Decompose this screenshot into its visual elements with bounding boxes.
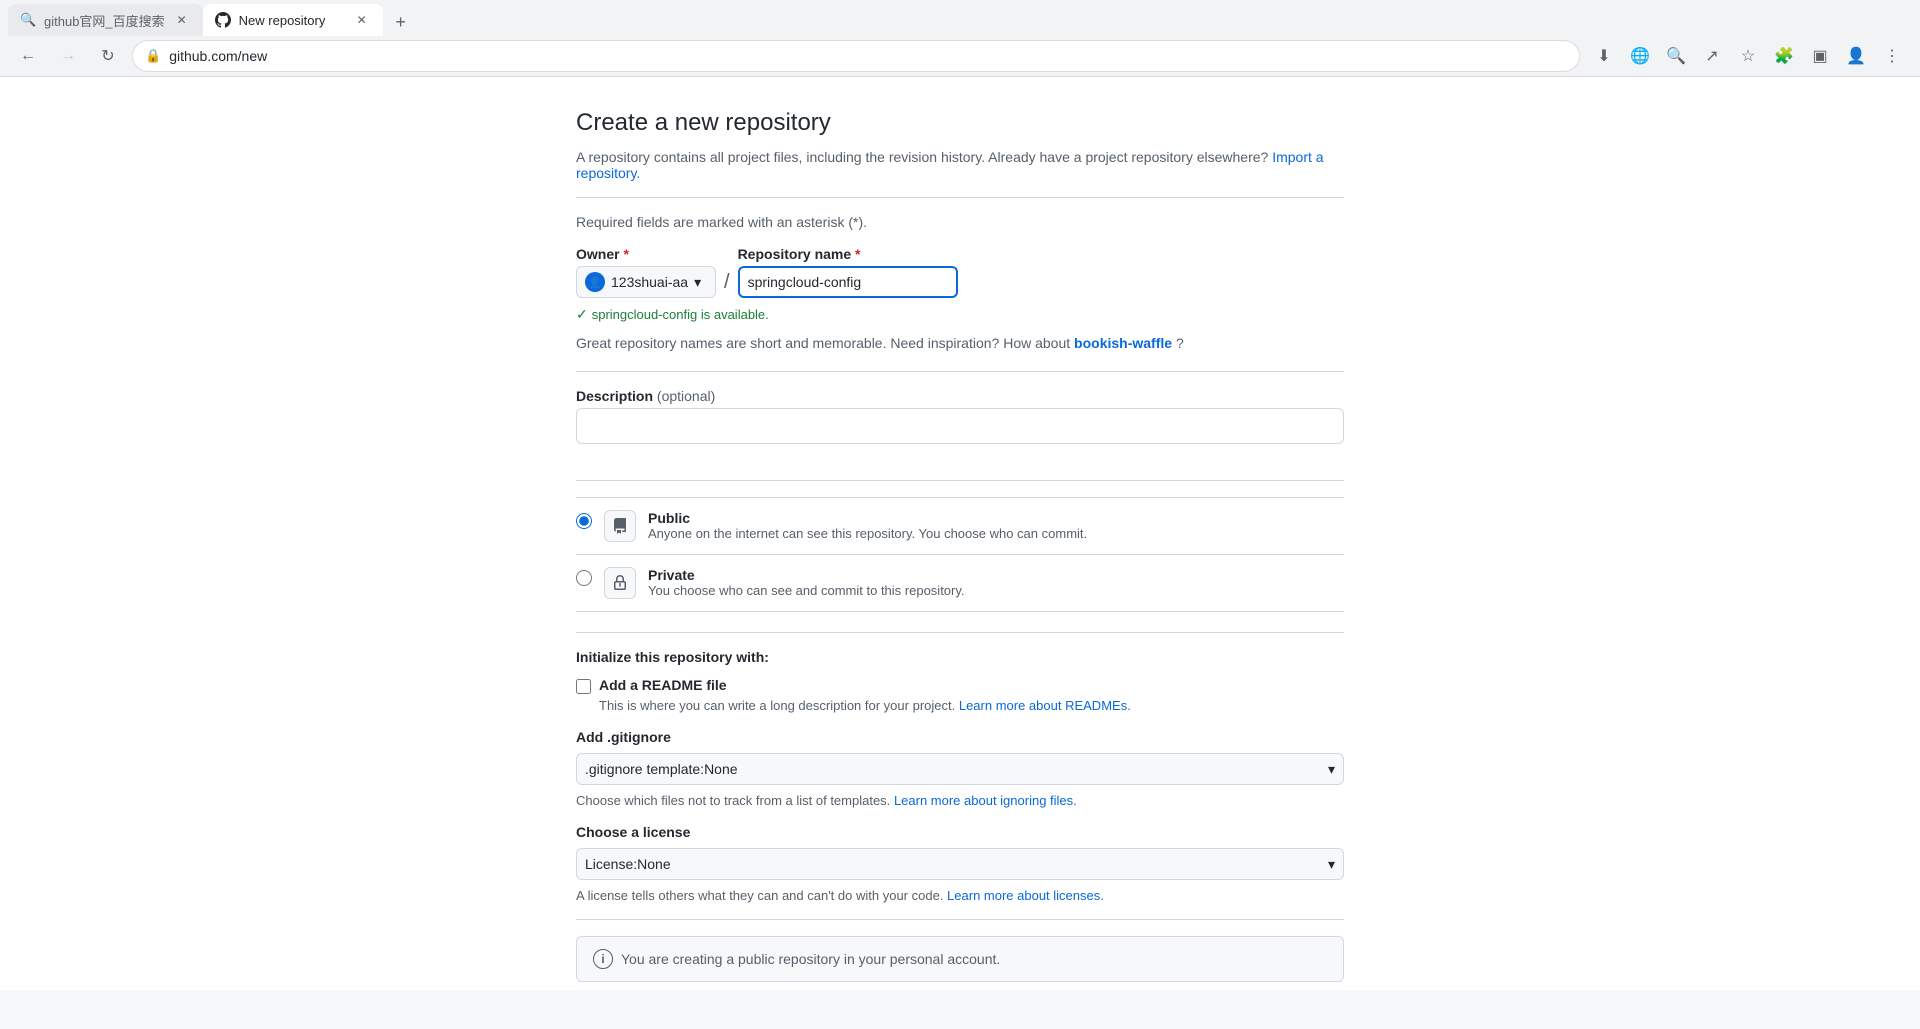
address-text: github.com/new — [169, 48, 267, 64]
main-container: Create a new repository A repository con… — [560, 77, 1360, 990]
divider-5 — [576, 919, 1344, 920]
subtitle-text: A repository contains all project files,… — [576, 149, 1268, 165]
lock-icon: 🔒 — [145, 48, 161, 64]
public-content: Public Anyone on the internet can see th… — [648, 510, 1344, 541]
readme-label[interactable]: Add a README file — [599, 677, 727, 693]
tab-close-search[interactable]: ✕ — [173, 11, 191, 29]
readme-row: Add a README file — [576, 677, 1344, 694]
availability-text: springcloud-config is available. — [592, 307, 769, 322]
gitignore-value: .gitignore template:None — [585, 761, 738, 777]
private-icon — [604, 567, 636, 599]
gitignore-section: Add .gitignore .gitignore template:None … — [576, 729, 1344, 808]
divider-1 — [576, 197, 1344, 198]
zoom-icon[interactable]: 🔍 — [1660, 40, 1692, 72]
public-desc: Anyone on the internet can see this repo… — [648, 526, 1344, 541]
new-tab-button[interactable]: + — [387, 8, 415, 36]
license-section: Choose a license License:None ▾ A licens… — [576, 824, 1344, 903]
availability-message: ✓ springcloud-config is available. — [576, 306, 1344, 323]
gitignore-title: Add .gitignore — [576, 729, 1344, 745]
gitignore-chevron: ▾ — [1328, 761, 1335, 778]
back-button[interactable]: ← — [12, 40, 44, 72]
readme-checkbox[interactable] — [576, 679, 591, 694]
repo-name-group: Repository name * — [738, 246, 958, 298]
sidebar-icon[interactable]: ▣ — [1804, 40, 1836, 72]
menu-icon[interactable]: ⋮ — [1876, 40, 1908, 72]
tab-close-new-repo[interactable]: ✕ — [353, 11, 371, 29]
owner-avatar: 👤 — [585, 272, 605, 292]
tab-new-repo[interactable]: New repository ✕ — [203, 4, 383, 36]
inspiration-text: Great repository names are short and mem… — [576, 335, 1344, 351]
init-section: Initialize this repository with: Add a R… — [576, 649, 1344, 713]
public-title: Public — [648, 510, 1344, 526]
private-content: Private You choose who can see and commi… — [648, 567, 1344, 598]
private-title: Private — [648, 567, 1344, 583]
inspiration-link[interactable]: bookish-waffle — [1074, 335, 1172, 351]
tab-favicon-search: 🔍 — [20, 12, 36, 28]
public-radio[interactable] — [576, 513, 592, 529]
readme-desc: This is where you can write a long descr… — [599, 698, 1344, 713]
check-icon: ✓ — [576, 306, 588, 323]
download-icon[interactable]: ⬇ — [1588, 40, 1620, 72]
public-option: Public Anyone on the internet can see th… — [576, 497, 1344, 555]
readme-link[interactable]: Learn more about READMEs. — [959, 698, 1131, 713]
private-desc: You choose who can see and commit to thi… — [648, 583, 1344, 598]
repo-name-input[interactable] — [738, 266, 958, 298]
repo-name-label: Repository name * — [738, 246, 958, 262]
address-bar-row: ← → ↻ 🔒 github.com/new ⬇ 🌐 🔍 ↗ ☆ 🧩 ▣ 👤 ⋮ — [0, 36, 1920, 76]
tabs-bar: 🔍 github官网_百度搜索 ✕ New repository ✕ + — [0, 0, 1920, 36]
license-title: Choose a license — [576, 824, 1344, 840]
tab-title-new-repo: New repository — [239, 13, 345, 28]
divider-2 — [576, 371, 1344, 372]
refresh-button[interactable]: ↻ — [92, 40, 124, 72]
tab-favicon-github — [215, 12, 231, 28]
tab-github-search[interactable]: 🔍 github官网_百度搜索 ✕ — [8, 4, 203, 36]
profile-icon[interactable]: 👤 — [1840, 40, 1872, 72]
required-note: Required fields are marked with an aster… — [576, 214, 1344, 230]
owner-value: 123shuai-aa — [611, 274, 688, 290]
translate-icon[interactable]: 🌐 — [1624, 40, 1656, 72]
license-value: License:None — [585, 856, 671, 872]
slash-separator: / — [724, 246, 730, 298]
page-title: Create a new repository — [576, 109, 1344, 137]
owner-group: Owner * 👤 123shuai-aa ▾ — [576, 246, 716, 298]
divider-3 — [576, 480, 1344, 481]
tab-title-search: github官网_百度搜索 — [44, 11, 165, 30]
license-note: A license tells others what they can and… — [576, 888, 1344, 903]
owner-select[interactable]: 👤 123shuai-aa ▾ — [576, 266, 716, 298]
private-radio[interactable] — [576, 570, 592, 586]
visibility-section: Public Anyone on the internet can see th… — [576, 497, 1344, 612]
browser-frame: 🔍 github官网_百度搜索 ✕ New repository ✕ + ← →… — [0, 0, 1920, 77]
description-label: Description (optional) — [576, 388, 1344, 404]
init-title: Initialize this repository with: — [576, 649, 1344, 665]
info-box: i You are creating a public repository i… — [576, 936, 1344, 982]
subtitle: A repository contains all project files,… — [576, 149, 1344, 181]
info-icon: i — [593, 949, 613, 969]
description-group: Description (optional) — [576, 388, 1344, 464]
license-chevron: ▾ — [1328, 856, 1335, 873]
gitignore-link[interactable]: Learn more about ignoring files. — [894, 793, 1077, 808]
private-option: Private You choose who can see and commi… — [576, 555, 1344, 612]
owner-repo-row: Owner * 👤 123shuai-aa ▾ / Repository nam… — [576, 246, 1344, 298]
gitignore-select[interactable]: .gitignore template:None ▾ — [576, 753, 1344, 785]
bookmark-icon[interactable]: ☆ — [1732, 40, 1764, 72]
owner-chevron: ▾ — [694, 274, 701, 291]
divider-4 — [576, 632, 1344, 633]
page-content: Create a new repository A repository con… — [0, 77, 1920, 990]
owner-label: Owner * — [576, 246, 716, 262]
license-select[interactable]: License:None ▾ — [576, 848, 1344, 880]
info-text: You are creating a public repository in … — [621, 951, 1000, 967]
extensions-icon[interactable]: 🧩 — [1768, 40, 1800, 72]
license-link[interactable]: Learn more about licenses. — [947, 888, 1104, 903]
gitignore-note: Choose which files not to track from a l… — [576, 793, 1344, 808]
address-bar[interactable]: 🔒 github.com/new — [132, 40, 1580, 72]
public-icon — [604, 510, 636, 542]
forward-button[interactable]: → — [52, 40, 84, 72]
share-icon[interactable]: ↗ — [1696, 40, 1728, 72]
toolbar-icons: ⬇ 🌐 🔍 ↗ ☆ 🧩 ▣ 👤 ⋮ — [1588, 40, 1908, 72]
description-input[interactable] — [576, 408, 1344, 444]
